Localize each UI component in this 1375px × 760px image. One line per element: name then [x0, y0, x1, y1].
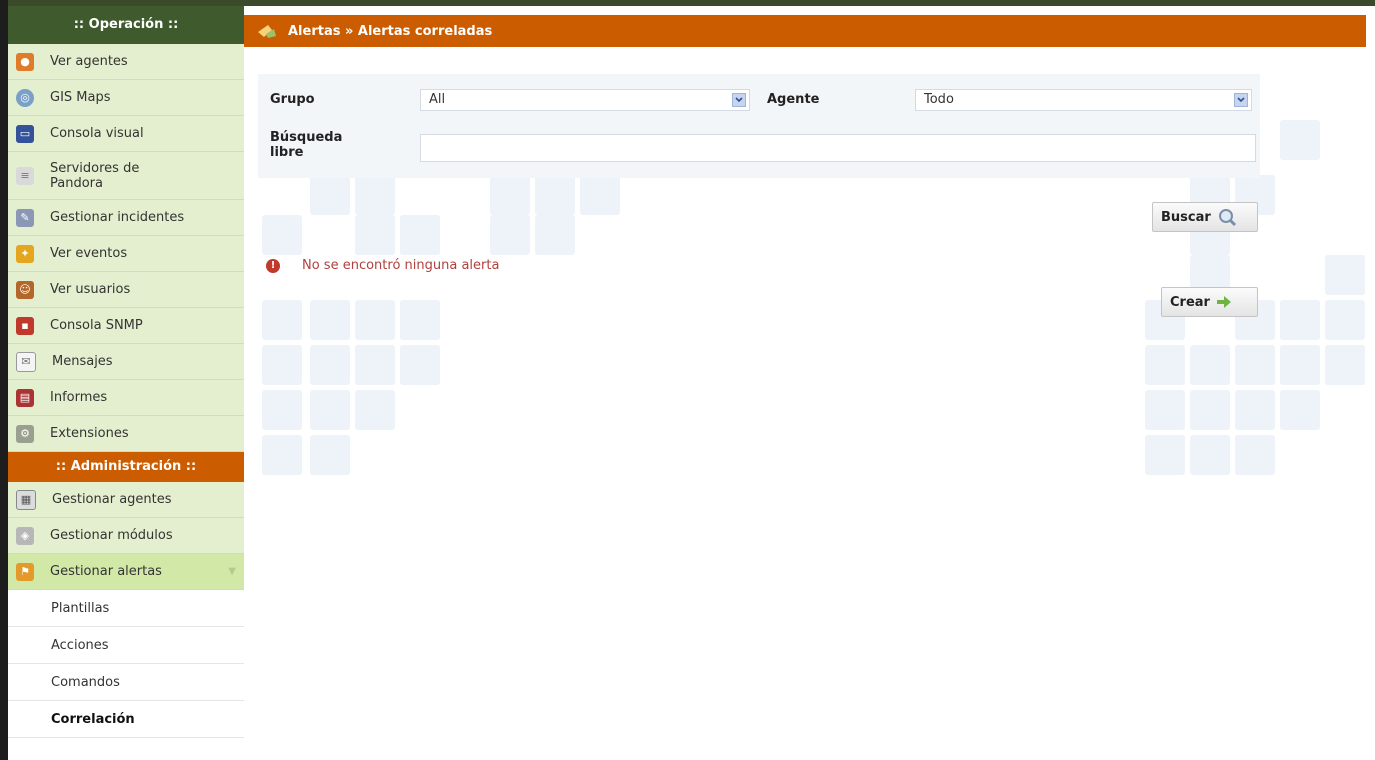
chevron-down-icon [1234, 93, 1248, 107]
search-label: Búsqueda libre [270, 130, 343, 160]
manage-agents-icon: ▦ [16, 489, 36, 510]
sidebar-item-usuarios[interactable]: ☺ Ver usuarios [8, 272, 244, 308]
search-button[interactable]: Buscar [1152, 202, 1258, 232]
search-input[interactable] [420, 134, 1256, 162]
group-select[interactable]: All [420, 89, 750, 111]
globe-icon: ◎ [16, 88, 34, 107]
sidebar-item-label: Ver agentes [50, 54, 128, 69]
sidebar-item-label: Servidores de Pandora [50, 160, 140, 191]
modules-icon: ◈ [16, 526, 34, 545]
sidebar-item-gestionar-alertas[interactable]: ⚑ Gestionar alertas ▼ [8, 554, 244, 590]
extensions-icon: ⚙ [16, 424, 34, 443]
sidebar-item-consola-visual[interactable]: ▭ Consola visual [8, 116, 244, 152]
error-message-text: No se encontró ninguna alerta [302, 258, 500, 273]
sidebar-subitem-acciones[interactable]: Acciones [8, 627, 244, 664]
search-button-label: Buscar [1161, 209, 1211, 225]
chevron-down-icon [732, 93, 746, 107]
sidebar-item-gestionar-modulos[interactable]: ◈ Gestionar módulos [8, 518, 244, 554]
sidebar-item-label: Consola visual [50, 126, 144, 141]
sidebar-subitem-correlacion[interactable]: Correlación [8, 701, 244, 738]
page-title-bar: Alertas » Alertas correladas [244, 15, 1366, 47]
sidebar-item-extensiones[interactable]: ⚙ Extensiones [8, 416, 244, 452]
sidebar-item-gestionar-agentes[interactable]: ▦ Gestionar agentes [8, 482, 244, 518]
sidebar-item-label: GIS Maps [50, 90, 111, 105]
sidebar-item-label: Extensiones [50, 426, 129, 441]
snmp-icon: ▪ [16, 316, 34, 335]
group-label: Grupo [270, 92, 315, 107]
agent-label: Agente [767, 92, 820, 107]
magnifier-icon [1218, 209, 1236, 227]
chevron-down-icon: ▼ [228, 566, 236, 577]
events-icon: ✦ [16, 244, 34, 263]
error-message: ! No se encontró ninguna alerta [266, 258, 499, 273]
sidebar-item-ver-agentes[interactable]: ● Ver agentes [8, 44, 244, 80]
reports-icon: ▤ [16, 388, 34, 407]
sidebar-item-snmp[interactable]: ▪ Consola SNMP [8, 308, 244, 344]
server-icon: ≡ [16, 166, 34, 185]
page-title: Alertas » Alertas correladas [288, 23, 493, 39]
sidebar-item-eventos[interactable]: ✦ Ver eventos [8, 236, 244, 272]
group-select-value: All [429, 92, 446, 107]
sidebar-item-label: Consola SNMP [50, 318, 143, 333]
sidebar-subitem-plantillas[interactable]: Plantillas [8, 590, 244, 627]
create-button-label: Crear [1170, 294, 1210, 310]
page-edge [0, 0, 8, 760]
sidebar: :: Operación :: ● Ver agentes ◎ GIS Maps… [8, 6, 244, 760]
sidebar-item-gis-maps[interactable]: ◎ GIS Maps [8, 80, 244, 116]
sidebar-item-label: Informes [50, 390, 108, 405]
sidebar-item-servidores[interactable]: ≡ Servidores de Pandora [8, 152, 244, 200]
sidebar-subitem-comandos[interactable]: Comandos [8, 664, 244, 701]
sidebar-item-informes[interactable]: ▤ Informes [8, 380, 244, 416]
filter-panel: Grupo All Agente Todo Búsqueda libre [258, 74, 1260, 178]
sidebar-item-label: Gestionar módulos [50, 528, 173, 543]
agents-icon: ● [16, 52, 34, 71]
sidebar-item-label: Gestionar incidentes [50, 210, 185, 225]
sidebar-item-label: Gestionar alertas [50, 564, 162, 579]
sidebar-item-label: Ver usuarios [50, 282, 131, 297]
incident-icon: ✎ [16, 208, 34, 227]
create-button[interactable]: Crear [1161, 287, 1258, 317]
sidebar-item-mensajes[interactable]: ✉ Mensajes [8, 344, 244, 380]
sidebar-item-incidentes[interactable]: ✎ Gestionar incidentes [8, 200, 244, 236]
sidebar-item-label: Ver eventos [50, 246, 128, 261]
users-icon: ☺ [16, 280, 34, 299]
mail-icon: ✉ [16, 351, 36, 372]
alert-bell-icon [258, 25, 276, 38]
operation-header: :: Operación :: [8, 6, 244, 44]
monitor-icon: ▭ [16, 124, 34, 143]
agent-select-value: Todo [924, 92, 954, 107]
error-icon: ! [266, 258, 280, 273]
arrow-right-icon [1216, 296, 1231, 308]
alerts-icon: ⚑ [16, 562, 34, 581]
sidebar-item-label: Gestionar agentes [52, 492, 172, 507]
agent-select[interactable]: Todo [915, 89, 1252, 111]
administration-header: :: Administración :: [8, 452, 244, 482]
sidebar-item-label: Mensajes [52, 354, 113, 369]
